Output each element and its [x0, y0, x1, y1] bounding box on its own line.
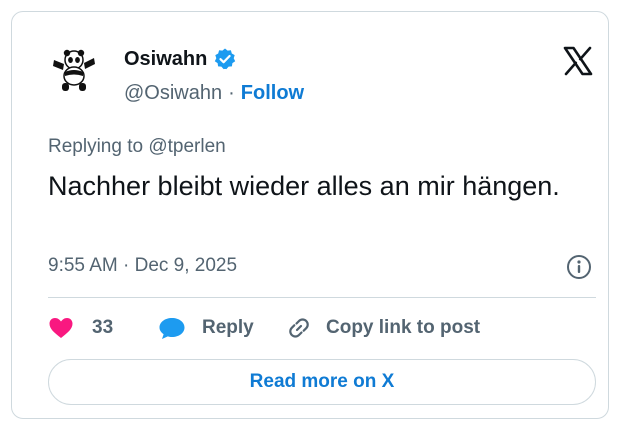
- copy-link-button[interactable]: Copy link to post: [286, 315, 480, 341]
- replying-to[interactable]: Replying to @tperlen: [48, 136, 226, 158]
- author-name-row[interactable]: Osiwahn: [124, 47, 237, 71]
- like-button[interactable]: 33: [48, 316, 158, 340]
- copy-link-label: Copy link to post: [326, 317, 481, 338]
- reply-label: Reply: [202, 317, 254, 338]
- panda-avatar-icon: [53, 49, 95, 91]
- reply-bubble-icon: [159, 318, 185, 339]
- divider: [48, 297, 596, 298]
- x-logo-icon[interactable]: [562, 45, 594, 77]
- verified-badge-icon: [215, 48, 236, 70]
- read-more-label: Read more on X: [249, 371, 395, 392]
- post-timestamp[interactable]: 9:55 AM · Dec 9, 2025: [48, 255, 237, 277]
- post-text: Nachher bleibt wieder alles an mir hänge…: [48, 171, 560, 201]
- follow-link[interactable]: Follow: [241, 82, 304, 105]
- handle-row: @Osiwahn · Follow: [124, 82, 304, 105]
- separator-dot: ·: [228, 82, 235, 104]
- heart-icon: [49, 318, 73, 338]
- link-icon: [289, 318, 309, 338]
- author-name[interactable]: Osiwahn: [124, 48, 207, 71]
- action-bar: 33 Reply Copy link to post: [48, 312, 480, 344]
- embedded-post-card: Osiwahn @Osiwahn · Follow Replying to @t…: [11, 11, 609, 419]
- read-more-button[interactable]: Read more on X: [48, 359, 596, 405]
- avatar[interactable]: [50, 46, 98, 94]
- info-icon[interactable]: [566, 254, 592, 280]
- like-count: 33: [92, 317, 114, 338]
- author-handle[interactable]: @Osiwahn: [124, 82, 222, 105]
- reply-button[interactable]: Reply: [158, 316, 286, 340]
